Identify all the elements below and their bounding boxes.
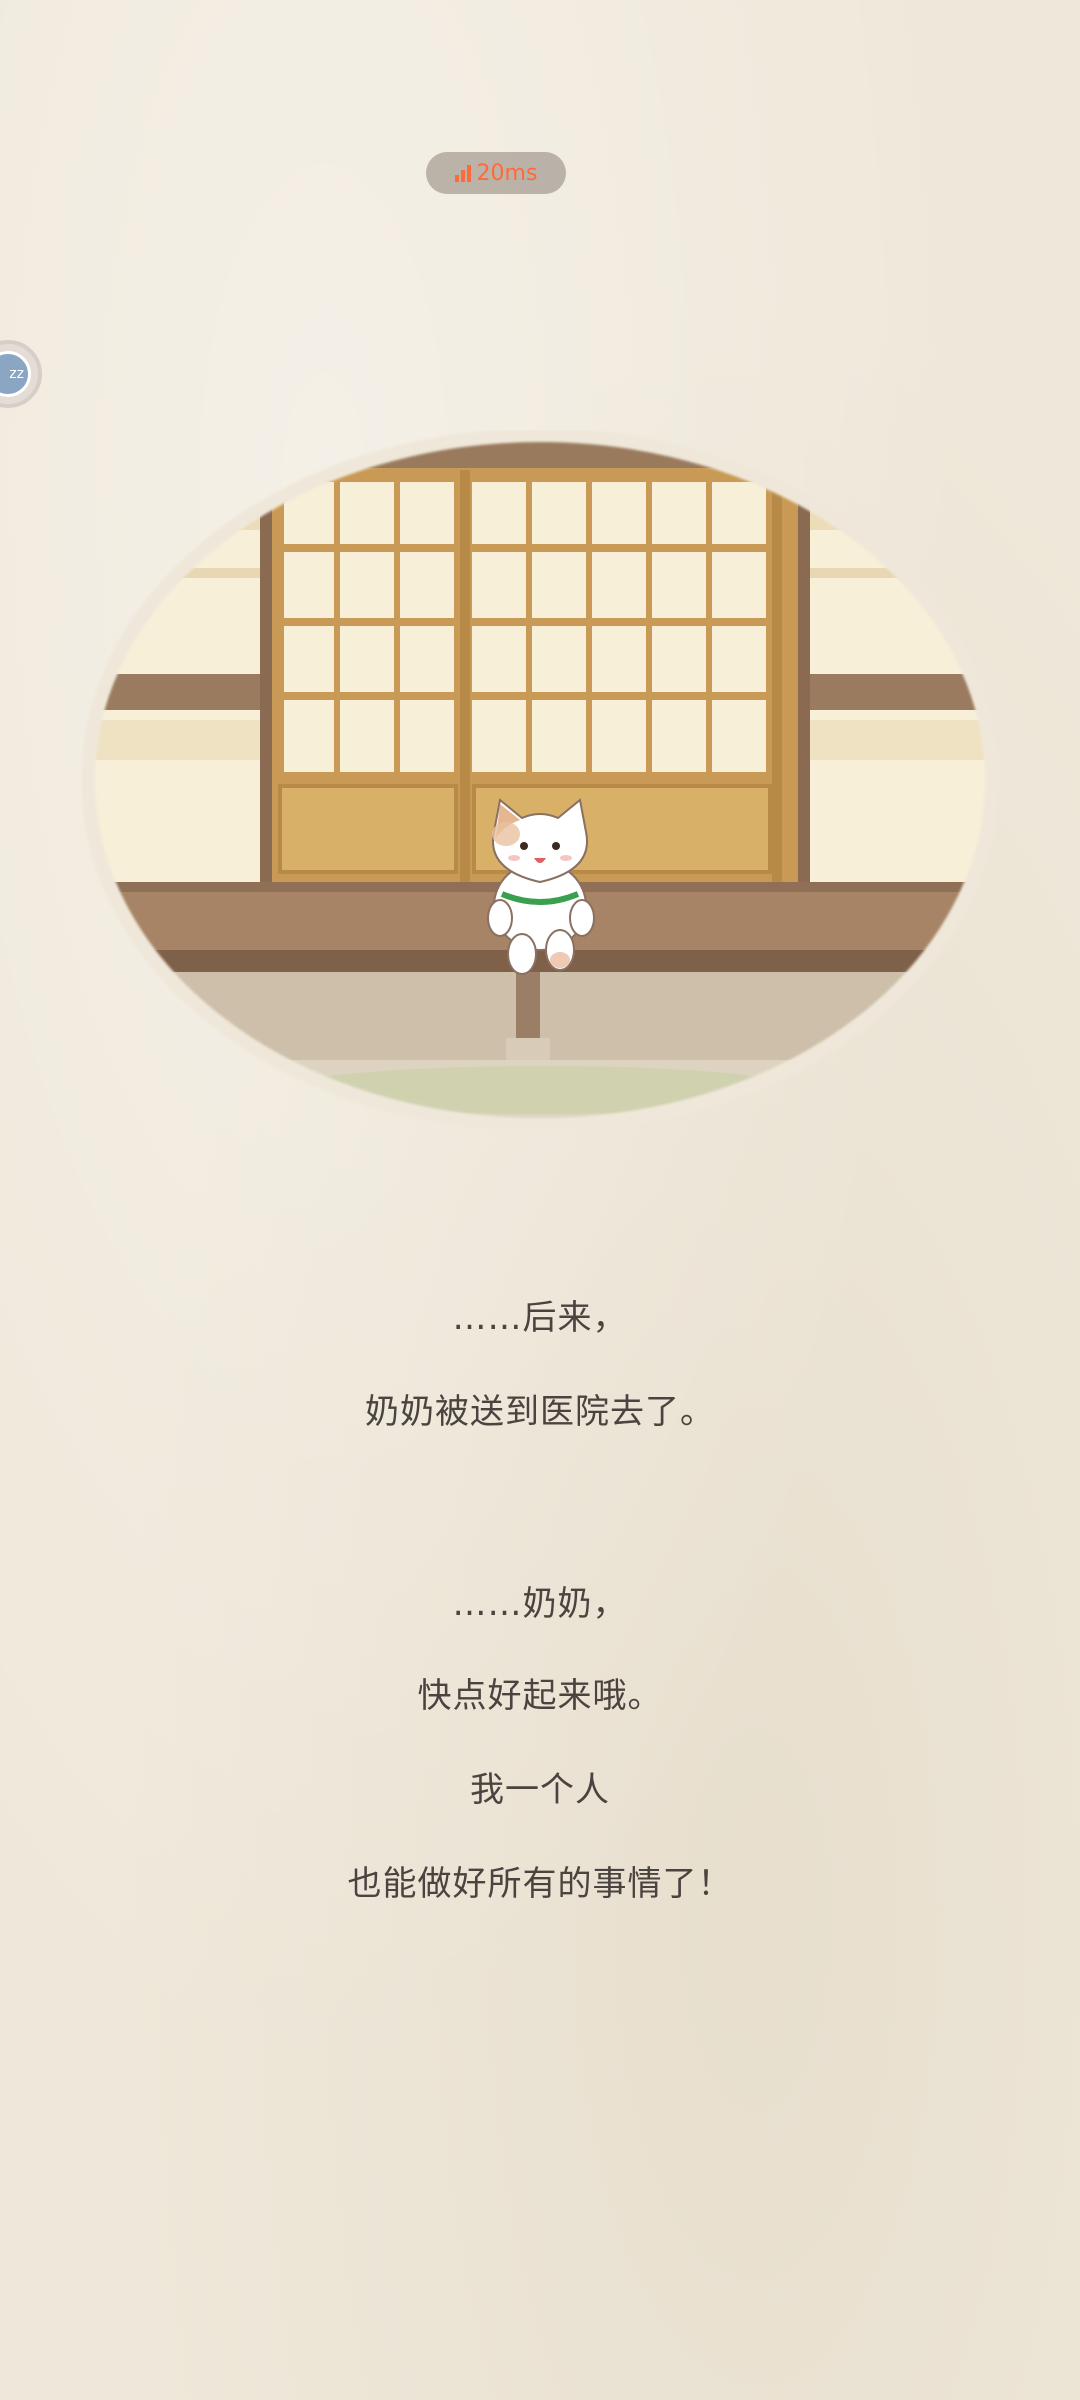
floating-button-label: zz bbox=[9, 366, 24, 382]
support-post bbox=[516, 972, 540, 1042]
door-center-stile bbox=[460, 470, 470, 882]
story-illustration bbox=[82, 430, 998, 1130]
story-line-6: 也能做好所有的事情了！ bbox=[347, 1864, 733, 1904]
story-line-1: ……后来， bbox=[452, 1298, 628, 1338]
paper-background bbox=[0, 0, 1080, 2400]
floating-button-icon: zz bbox=[0, 351, 31, 397]
post-left bbox=[260, 470, 272, 940]
veranda-front bbox=[88, 950, 992, 972]
signal-bars-icon bbox=[454, 164, 471, 182]
story-line-5: 我一个人 bbox=[470, 1770, 610, 1810]
kick-panel-left bbox=[278, 784, 458, 874]
network-latency-indicator: 20ms bbox=[426, 152, 566, 194]
story-line-3: ……奶奶， bbox=[452, 1584, 628, 1624]
door-right-stile bbox=[772, 470, 782, 882]
wall-panel-left bbox=[88, 720, 272, 760]
story-line-4: 快点好起来哦。 bbox=[417, 1676, 663, 1716]
story-line-2: 奶奶被送到医院去了。 bbox=[365, 1392, 715, 1432]
wall-panel-right bbox=[808, 720, 992, 760]
latency-text: 20ms bbox=[476, 160, 538, 186]
post-right bbox=[798, 470, 810, 940]
shoji-panes bbox=[284, 482, 766, 772]
